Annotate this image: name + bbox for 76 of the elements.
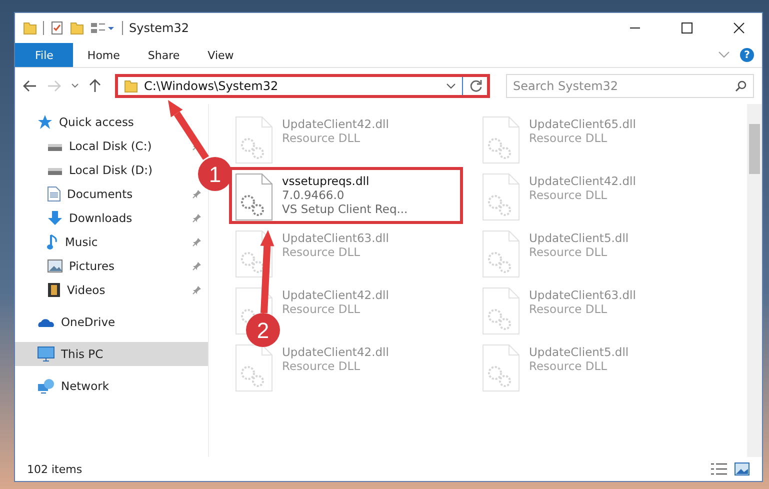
nav-item[interactable]: Quick access [15,110,208,134]
details-view-icon[interactable] [710,462,728,476]
file-name: vssetupreqs.dll [282,174,370,188]
forward-arrow-icon[interactable] [47,80,61,92]
search-icon [735,80,747,92]
search-field[interactable]: Search System32 [506,74,754,98]
file-name: UpdateClient65.dll [529,117,636,131]
customize-toolbar-icon[interactable] [90,21,116,35]
up-arrow-icon[interactable] [89,79,101,93]
window-title: System32 [129,21,190,35]
chevron-down-icon[interactable] [71,83,79,89]
file-name: UpdateClient42.dll [282,345,389,359]
nav-item[interactable]: Documents [15,182,139,206]
file-description: Resource DLL [282,131,362,145]
nav-item[interactable]: Local Disk (C:) [15,134,158,158]
item-count: 102 items [27,462,82,476]
file-description: Resource DLL [529,359,608,373]
monitor-icon [37,346,55,362]
file-description: Resource DLL [529,302,608,316]
nav-item[interactable]: Network [15,374,208,398]
file-description: Resource DLL [529,188,608,202]
nav-item[interactable]: Downloads [15,206,138,230]
nav-item[interactable]: OneDrive [15,310,208,334]
pin-icon[interactable] [192,285,202,295]
back-arrow-icon[interactable] [23,80,37,92]
ribbon-tab[interactable]: Share [134,43,194,67]
nav-item[interactable]: Music [15,230,104,254]
file-name: UpdateClient5.dll [529,345,629,359]
file-name: UpdateClient5.dll [529,231,629,245]
help-button[interactable]: ? [740,48,754,62]
large-icons-view-icon[interactable] [734,462,750,476]
music-note-icon [47,234,59,250]
dll-file-icon[interactable] [234,172,274,222]
chevron-down-icon[interactable] [446,83,456,89]
file-description: Resource DLL [282,245,362,259]
address-path: C:\Windows\System32 [144,79,280,93]
ribbon-tab[interactable]: Home [73,43,134,67]
address-bar[interactable]: C:\Windows\System32 [115,74,490,98]
number-badge: 1 [198,157,232,191]
scrollbar[interactable] [747,104,762,457]
picture-icon [47,259,63,273]
file-description: VS Setup Client Req... [282,202,408,216]
pin-icon[interactable] [192,237,202,247]
ribbon-tab[interactable]: File [15,43,74,67]
folder-icon[interactable] [23,21,37,35]
cloud-icon [37,316,55,328]
file-name: UpdateClient42.dll [529,174,636,188]
folder-icon [124,79,138,93]
ribbon-tab[interactable]: View [194,43,248,67]
file-name: UpdateClient42.dll [282,288,389,302]
file-version: 7.0.9466.0 [282,188,346,202]
nav-item[interactable]: Videos [15,278,112,302]
file-name: UpdateClient63.dll [282,231,389,245]
nav-item[interactable]: Pictures [15,254,121,278]
pin-icon[interactable] [192,261,202,271]
file-item[interactable]: vssetupreqs.dll 7.0.9466.0 VS Setup Client Req... [229,167,463,224]
document-icon [47,186,61,202]
number-badge: 2 [246,313,280,347]
file-name: UpdateClient63.dll [529,288,636,302]
properties-icon[interactable] [50,21,64,35]
file-description: Resource DLL [282,302,362,316]
film-icon [47,282,61,298]
star-icon [37,114,53,130]
download-arrow-icon [47,210,63,226]
file-description: Resource DLL [529,131,608,145]
refresh-icon[interactable] [469,79,483,93]
file-name: UpdateClient42.dll [282,117,389,131]
pin-icon[interactable] [192,213,202,223]
nav-item[interactable]: This PC [15,342,208,366]
pin-icon[interactable] [192,189,202,199]
file-description: Resource DLL [529,245,608,259]
callout-arrow [168,100,209,160]
new-folder-icon[interactable] [70,21,84,35]
network-icon [37,378,55,394]
file-description: Resource DLL [282,359,362,373]
nav-item[interactable]: Local Disk (D:) [15,158,159,182]
